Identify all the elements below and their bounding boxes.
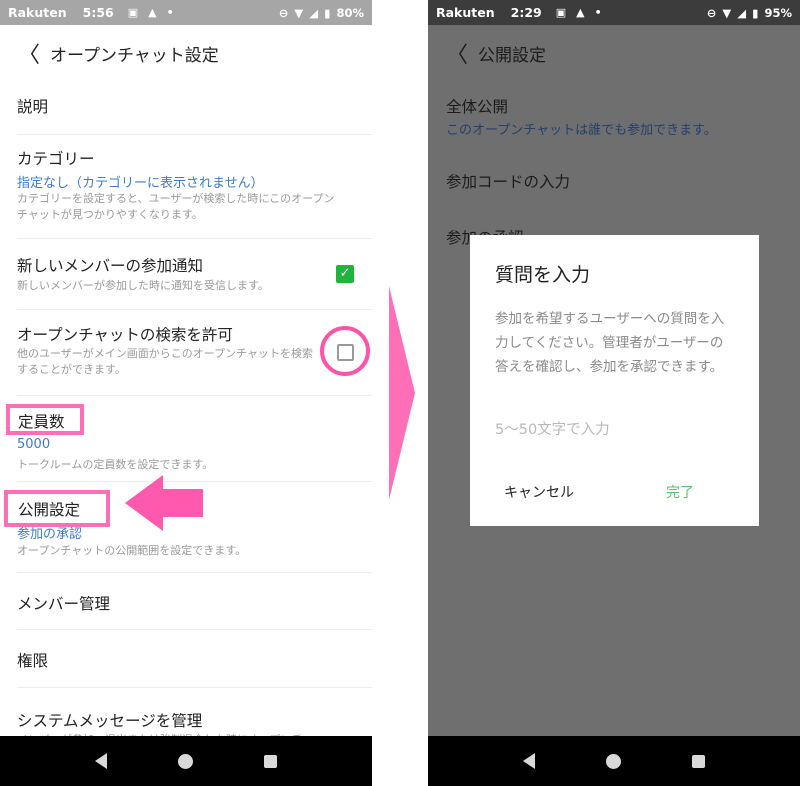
join-notification-checkbox[interactable]: ✓ bbox=[336, 265, 354, 283]
carrier-label: Rakuten bbox=[436, 5, 495, 20]
back-icon[interactable]: 〈 bbox=[446, 37, 472, 69]
highlight-capacity-box bbox=[6, 404, 84, 435]
nav-bar bbox=[0, 736, 372, 786]
row-description: 他のユーザーがメイン画面からこのオープンチャットを検索することができます。 bbox=[17, 347, 314, 376]
battery-icon: ▮ bbox=[324, 5, 331, 20]
battery-level: 95% bbox=[764, 5, 792, 20]
row-description: トークルームの定員数を設定できます。 bbox=[17, 458, 214, 471]
status-right: ⊖ ▼ ◢ ▮ 80% bbox=[279, 6, 364, 20]
row-title: カテゴリー bbox=[17, 150, 95, 168]
dialog-title: 質問を入力 bbox=[495, 264, 591, 286]
dot-icon: • bbox=[166, 6, 174, 19]
row-description: オープンチャットの公開範囲を設定できます。 bbox=[17, 544, 247, 557]
back-icon[interactable]: 〈 bbox=[18, 37, 44, 69]
highlight-privacy-box bbox=[4, 490, 110, 527]
setting-row-join-notification[interactable]: 新しいメンバーの参加通知 新しいメンバーが参加した時に通知を受信します。 ✓ bbox=[17, 239, 372, 310]
dot-icon: • bbox=[594, 6, 602, 19]
page-title: オープンチャット設定 bbox=[50, 45, 219, 66]
setting-row-category[interactable]: カテゴリー 指定なし（カテゴリーに表示されません） カテゴリーを設定すると、ユー… bbox=[17, 135, 372, 239]
row-value: 指定なし（カテゴリーに表示されません） bbox=[17, 176, 264, 191]
wifi-icon: ▼ bbox=[722, 5, 732, 20]
nav-recent-icon[interactable] bbox=[691, 754, 705, 768]
status-bar: Rakuten 2:29 ▣ ▲ • ⊖ ▼ ◢ ▮ 95% bbox=[428, 0, 800, 25]
row-title: 権限 bbox=[17, 652, 49, 670]
row-description: 新しいメンバーが参加した時に通知を受信します。 bbox=[17, 279, 269, 292]
pointer-arrow-icon bbox=[125, 475, 203, 531]
row-title: 説明 bbox=[17, 98, 49, 116]
app-bar: 〈 公開設定 bbox=[428, 25, 800, 81]
dnd-icon: ⊖ bbox=[278, 5, 289, 20]
dnd-icon: ⊖ bbox=[706, 5, 717, 20]
privacy-option-public[interactable]: 全体公開 bbox=[446, 95, 508, 117]
privacy-option-join-code[interactable]: 参加コードの入力 bbox=[446, 170, 570, 192]
carrier-label: Rakuten bbox=[8, 5, 67, 20]
row-title: オープンチャットの検索を許可 bbox=[17, 326, 233, 344]
nav-home-icon[interactable] bbox=[605, 753, 621, 769]
right-phone-screen: Rakuten 2:29 ▣ ▲ • ⊖ ▼ ◢ ▮ 95% 〈 公開設定 全体… bbox=[428, 0, 800, 786]
page-title: 公開設定 bbox=[478, 45, 546, 66]
image-notification-icon: ▣ bbox=[555, 6, 567, 19]
row-title: 新しいメンバーの参加通知 bbox=[17, 257, 204, 275]
battery-level: 80% bbox=[336, 5, 364, 20]
nav-back-icon[interactable] bbox=[523, 753, 536, 769]
row-title: システムメッセージを管理 bbox=[17, 712, 203, 730]
nav-recent-icon[interactable] bbox=[263, 754, 277, 768]
clock: 2:29 bbox=[510, 5, 542, 20]
setting-row-member-management[interactable]: メンバー管理 bbox=[17, 573, 372, 630]
status-right: ⊖ ▼ ◢ ▮ 95% bbox=[707, 6, 792, 20]
signal-icon: ◢ bbox=[737, 5, 747, 20]
cancel-button[interactable]: キャンセル bbox=[504, 482, 574, 502]
privacy-option-public-desc: このオープンチャットは誰でも参加できます。 bbox=[446, 123, 717, 138]
image-notification-icon: ▣ bbox=[127, 6, 139, 19]
setting-row-permissions[interactable]: 権限 bbox=[17, 630, 372, 688]
nav-bar bbox=[428, 736, 800, 786]
battery-icon: ▮ bbox=[752, 5, 759, 20]
transition-arrow-icon bbox=[389, 286, 415, 500]
wifi-icon: ▼ bbox=[294, 5, 304, 20]
clock: 5:56 bbox=[82, 5, 114, 20]
app-bar: 〈 オープンチャット設定 bbox=[0, 25, 372, 81]
row-title: メンバー管理 bbox=[17, 595, 111, 613]
left-phone-screen: Rakuten 5:56 ▣ ▲ • ⊖ ▼ ◢ ▮ 80% 〈 オープンチャッ… bbox=[0, 0, 372, 786]
row-value: 5000 bbox=[17, 437, 51, 452]
setting-row-description[interactable]: 説明 bbox=[17, 81, 372, 135]
dialog-message: 参加を希望するユーザーへの質問を入力してください。管理者がユーザーの答えを確認し… bbox=[495, 311, 725, 375]
done-button[interactable]: 完了 bbox=[666, 482, 694, 502]
question-dialog: 質問を入力 参加を希望するユーザーへの質問を入力してください。管理者がユーザーの… bbox=[470, 235, 759, 526]
status-bar: Rakuten 5:56 ▣ ▲ • ⊖ ▼ ◢ ▮ 80% bbox=[0, 0, 372, 25]
nav-home-icon[interactable] bbox=[177, 753, 193, 769]
warning-icon: ▲ bbox=[576, 6, 585, 19]
setting-row-allow-search[interactable]: オープンチャットの検索を許可 他のユーザーがメイン画面からこのオープンチャットを… bbox=[17, 310, 372, 396]
signal-icon: ◢ bbox=[309, 5, 319, 20]
nav-back-icon[interactable] bbox=[95, 753, 108, 769]
question-input[interactable]: 5〜50文字で入力 bbox=[495, 418, 610, 439]
highlight-circle bbox=[320, 326, 370, 376]
warning-icon: ▲ bbox=[148, 6, 157, 19]
row-description: カテゴリーを設定すると、ユーザーが検索した時にこのオープンチャットが見つかりやす… bbox=[17, 192, 335, 221]
